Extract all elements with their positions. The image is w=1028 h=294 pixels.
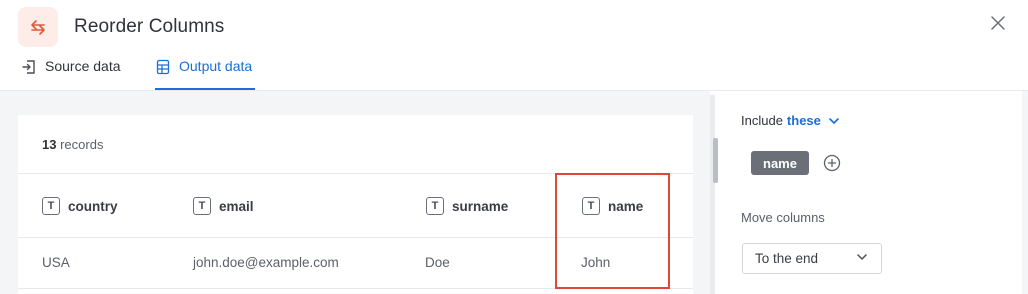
text-type-icon: T <box>193 197 211 215</box>
text-type-icon: T <box>42 197 60 215</box>
include-mode-dropdown[interactable]: these <box>787 113 821 128</box>
move-columns-label: Move columns <box>741 210 825 225</box>
import-icon <box>21 59 37 75</box>
text-type-icon: T <box>426 197 444 215</box>
tab-output-data[interactable]: Output data <box>155 58 256 90</box>
tab-output-data-label: Output data <box>179 58 253 74</box>
tab-source-data-label: Source data <box>45 58 121 74</box>
column-header-surname[interactable]: T surname <box>426 197 508 215</box>
right-panel-edge <box>1022 91 1028 294</box>
splitter-handle[interactable] <box>713 138 718 183</box>
highlighted-column-outline <box>555 173 670 289</box>
move-columns-select[interactable]: To the end <box>742 243 882 274</box>
include-mode-row: Include these <box>741 113 839 128</box>
column-header-label: country <box>68 198 118 214</box>
records-count-value: 13 <box>42 137 57 152</box>
selected-column-chip[interactable]: name <box>751 151 809 175</box>
move-columns-value: To the end <box>755 251 819 266</box>
column-header-country[interactable]: T country <box>42 197 118 215</box>
tab-source-data[interactable]: Source data <box>21 58 121 90</box>
chevron-down-icon <box>857 254 867 260</box>
close-icon[interactable] <box>988 13 1008 33</box>
table-icon <box>155 59 171 75</box>
add-column-icon[interactable] <box>823 154 841 172</box>
table-cell-email: john.doe@example.com <box>193 255 339 270</box>
column-header-label: surname <box>452 198 509 214</box>
reorder-columns-dialog: Reorder Columns Source data Output data … <box>0 0 1028 294</box>
column-header-label: email <box>219 198 254 214</box>
table-cell-country: USA <box>42 255 70 270</box>
dialog-title: Reorder Columns <box>74 16 225 37</box>
column-header-email[interactable]: T email <box>193 197 254 215</box>
swap-arrows-icon <box>18 7 58 47</box>
records-count: 13 records <box>42 137 103 152</box>
records-count-label: records <box>60 137 104 152</box>
chevron-down-icon[interactable] <box>829 117 839 124</box>
panel-splitter[interactable] <box>710 95 715 294</box>
include-label: Include <box>741 113 783 128</box>
table-cell-surname: Doe <box>425 255 450 270</box>
